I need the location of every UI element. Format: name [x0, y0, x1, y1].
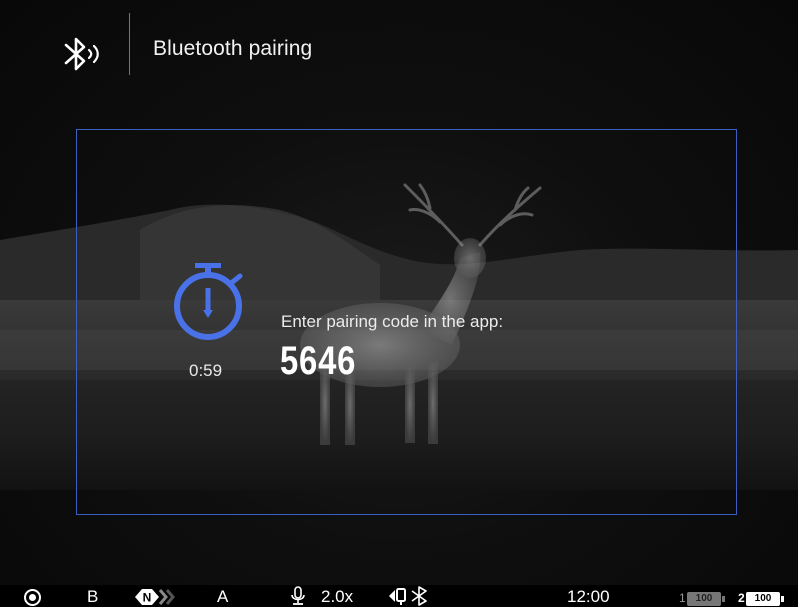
countdown-timer: 0:59	[189, 361, 223, 380]
nuc-label: N	[143, 591, 152, 605]
bluetooth-broadcast-icon	[64, 37, 99, 71]
pairing-code: 5646	[280, 339, 357, 383]
zoom-level: 2.0x	[321, 587, 354, 606]
header-divider	[129, 13, 130, 75]
device-screen: Bluetooth pairing 0:59 Enter pairing cod…	[0, 0, 798, 607]
battery-1-level: 100	[695, 593, 713, 604]
battery-1-label: 1	[679, 591, 686, 605]
record-icon	[24, 589, 41, 606]
battery-2-icon: 100	[746, 592, 784, 606]
stopwatch-icon	[174, 263, 243, 340]
amplification-level: A	[217, 587, 229, 606]
header: Bluetooth pairing	[0, 0, 798, 90]
calibration-mode: B	[87, 587, 99, 606]
page-title: Bluetooth pairing	[153, 37, 313, 60]
wifi-icon	[389, 586, 427, 606]
nuc-calibration-icon: N	[135, 589, 175, 605]
bluetooth-icon	[411, 586, 427, 606]
battery-1-icon: 100	[687, 592, 725, 606]
clock: 12:00	[567, 587, 610, 606]
battery-2-label: 2	[738, 591, 745, 605]
battery-2-level: 100	[754, 593, 772, 604]
microphone-icon	[291, 586, 305, 605]
status-bar: B N A 2.0x 12:00 1 100 2 100	[0, 585, 798, 607]
pairing-prompt: Enter pairing code in the app:	[281, 312, 504, 331]
